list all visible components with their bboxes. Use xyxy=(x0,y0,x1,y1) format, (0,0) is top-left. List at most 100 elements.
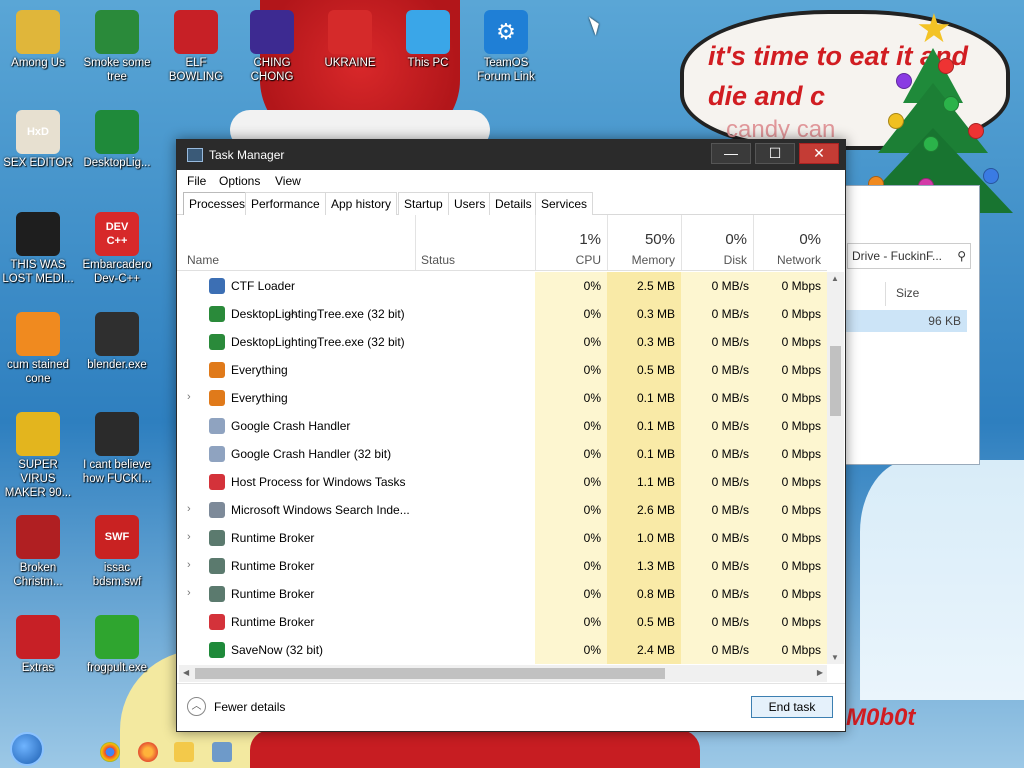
task-manager-taskbar-icon[interactable] xyxy=(212,742,232,762)
desktop-icon[interactable]: Broken Christm... xyxy=(0,515,76,589)
address-bar[interactable]: Drive - FuckinF... ⚲ xyxy=(847,243,971,269)
process-row[interactable]: Google Crash Handler 0% 0.1 MB 0 MB/s 0 Mbps xyxy=(179,412,827,440)
process-row[interactable]: Runtime Broker 0% 0.5 MB 0 MB/s 0 Mbps xyxy=(179,608,827,636)
process-name: DesktopLightingTree.exe (32 bit) xyxy=(231,335,405,349)
process-row[interactable]: › Runtime Broker 0% 1.0 MB 0 MB/s 0 Mbps xyxy=(179,524,827,552)
folder-icon[interactable] xyxy=(174,742,194,762)
column-header-status[interactable]: Status xyxy=(421,253,455,267)
process-memory: 0.1 MB xyxy=(636,447,675,461)
desktop-icon-image: HxD xyxy=(16,110,60,154)
process-row[interactable]: DesktopLightingTree.exe (32 bit) 0% 0.3 MB… xyxy=(179,328,827,356)
chevron-up-icon[interactable]: ︿ xyxy=(187,697,206,716)
scroll-thumb[interactable] xyxy=(830,346,841,416)
desktop-icon[interactable]: CHING CHONG xyxy=(234,10,310,84)
process-row[interactable]: › Everything 0% 0.1 MB 0 MB/s 0 Mbps xyxy=(179,384,827,412)
expand-chevron-icon[interactable]: › xyxy=(187,587,191,599)
fewer-details-link[interactable]: Fewer details xyxy=(214,700,285,714)
column-header-disk[interactable]: 0% Disk xyxy=(681,215,753,270)
menu-file[interactable]: File xyxy=(187,174,206,188)
process-name: CTF Loader xyxy=(231,279,296,293)
process-network: 0 Mbps xyxy=(781,391,821,405)
process-row[interactable]: SaveNow (32 bit) 0% 2.4 MB 0 MB/s 0 Mbps xyxy=(179,636,827,664)
expand-chevron-icon[interactable]: › xyxy=(187,531,191,543)
cpu-total: 1% xyxy=(579,231,601,248)
chrome-icon[interactable] xyxy=(100,742,120,762)
process-row[interactable]: Host Process for Windows Tasks 0% 1.1 MB 0 … xyxy=(179,468,827,496)
process-name: Google Crash Handler xyxy=(231,419,351,433)
process-row[interactable]: CTF Loader 0% 2.5 MB 0 MB/s 0 Mbps xyxy=(179,272,827,300)
column-header-name[interactable]: Name xyxy=(187,253,219,267)
desktop-icon[interactable]: DesktopLig... xyxy=(79,110,155,170)
column-header-memory[interactable]: 50% Memory xyxy=(607,215,681,270)
title-bar[interactable]: Task Manager — ☐ ✕ xyxy=(177,140,845,170)
process-row[interactable]: DesktopLightingTree.exe (32 bit) 0% 0.3 MB… xyxy=(179,300,827,328)
firefox-icon[interactable] xyxy=(138,742,158,762)
desktop-icon[interactable]: I cant believe how FUCKI... xyxy=(79,412,155,486)
process-row[interactable]: › Microsoft Windows Search Inde... 0% 2.6 M… xyxy=(179,496,827,524)
expand-chevron-icon[interactable]: › xyxy=(187,503,191,515)
desktop-icon[interactable]: HxD SEX EDITOR xyxy=(0,110,76,170)
desktop-icon[interactable]: Extras xyxy=(0,615,76,675)
scroll-up-icon[interactable]: ▲ xyxy=(831,274,839,283)
end-task-button[interactable]: End task xyxy=(751,696,833,718)
desktop-icon[interactable]: ⚙ TeamOS Forum Link xyxy=(468,10,544,84)
expand-chevron-icon[interactable]: › xyxy=(187,391,191,403)
crash-handler-icon xyxy=(209,418,225,434)
tab-app-history[interactable]: App history xyxy=(325,192,398,215)
star-icon: ★ xyxy=(916,7,952,51)
desktop-icon[interactable]: DEV C++ Embarcadero Dev-C++ xyxy=(79,212,155,286)
tab-startup[interactable]: Startup xyxy=(398,192,449,215)
process-row[interactable]: Google Crash Handler (32 bit) 0% 0.1 MB 0 M… xyxy=(179,440,827,468)
horizontal-scrollbar[interactable]: ◀ ▶ xyxy=(179,665,827,682)
menu-options[interactable]: Options xyxy=(219,174,260,188)
desktop-icon[interactable]: SUPER VIRUS MAKER 90... xyxy=(0,412,76,500)
scroll-left-icon[interactable]: ◀ xyxy=(183,668,189,677)
process-name: Host Process for Windows Tasks xyxy=(231,475,406,489)
search-icon[interactable]: ⚲ xyxy=(957,249,966,263)
desktop-icon-label: UKRAINE xyxy=(324,57,376,69)
tab-performance[interactable]: Performance xyxy=(245,192,326,215)
expand-chevron-icon[interactable]: › xyxy=(187,559,191,571)
desktop-icon[interactable]: frogpult.exe xyxy=(79,615,155,675)
desktop-icon[interactable]: This PC xyxy=(390,10,466,70)
minimize-button[interactable]: — xyxy=(711,143,751,164)
desktop-icon[interactable]: SWF issac bdsm.swf xyxy=(79,515,155,589)
process-name: Runtime Broker xyxy=(231,559,315,573)
scroll-thumb-horizontal[interactable] xyxy=(195,668,665,679)
desktop-icon[interactable]: ELF BOWLING xyxy=(158,10,234,84)
process-name: SaveNow (32 bit) xyxy=(231,643,324,657)
column-header-size[interactable]: Size xyxy=(885,282,967,306)
file-row-size[interactable]: 96 KB xyxy=(839,310,967,332)
desktop-icon[interactable]: UKRAINE xyxy=(312,10,388,70)
process-memory: 0.3 MB xyxy=(636,307,675,321)
scroll-down-icon[interactable]: ▼ xyxy=(831,653,839,662)
process-row[interactable]: › Runtime Broker 0% 0.8 MB 0 MB/s 0 Mbps xyxy=(179,580,827,608)
maximize-button[interactable]: ☐ xyxy=(755,143,795,164)
tab-processes[interactable]: Processes xyxy=(183,192,252,215)
file-explorer-window[interactable]: Drive - FuckinF... ⚲ Size 96 KB xyxy=(838,185,980,465)
tab-users[interactable]: Users xyxy=(448,192,492,215)
desktop-icon-label: TeamOS Forum Link xyxy=(477,57,535,83)
memory-label: Memory xyxy=(631,253,675,267)
process-row[interactable]: › Runtime Broker 0% 1.3 MB 0 MB/s 0 Mbps xyxy=(179,552,827,580)
desktop-icon[interactable]: Smoke some tree xyxy=(79,10,155,84)
close-button[interactable]: ✕ xyxy=(799,143,839,164)
disk-total: 0% xyxy=(725,231,747,248)
desktop-icon[interactable]: Among Us xyxy=(0,10,76,70)
runtime-broker-icon xyxy=(209,586,225,602)
desktop-icon[interactable]: blender.exe xyxy=(79,312,155,372)
column-header-cpu[interactable]: 1% CPU xyxy=(535,215,607,270)
start-button[interactable] xyxy=(10,732,44,766)
column-header-network[interactable]: 0% Network xyxy=(753,215,827,270)
vertical-scrollbar[interactable]: ▲ ▼ xyxy=(827,272,844,664)
process-row[interactable]: Everything 0% 0.5 MB 0 MB/s 0 Mbps xyxy=(179,356,827,384)
menu-view[interactable]: View xyxy=(275,174,301,188)
tab-services[interactable]: Services xyxy=(535,192,594,215)
desktop-icon[interactable]: THIS WAS LOST MEDI... xyxy=(0,212,76,286)
christmas-tree-icon xyxy=(209,334,225,350)
desktop-icon[interactable]: cum stained cone xyxy=(0,312,76,386)
process-cpu: 0% xyxy=(583,587,601,601)
tab-details[interactable]: Details xyxy=(489,192,538,215)
process-network: 0 Mbps xyxy=(781,279,821,293)
scroll-right-icon[interactable]: ▶ xyxy=(817,668,823,677)
